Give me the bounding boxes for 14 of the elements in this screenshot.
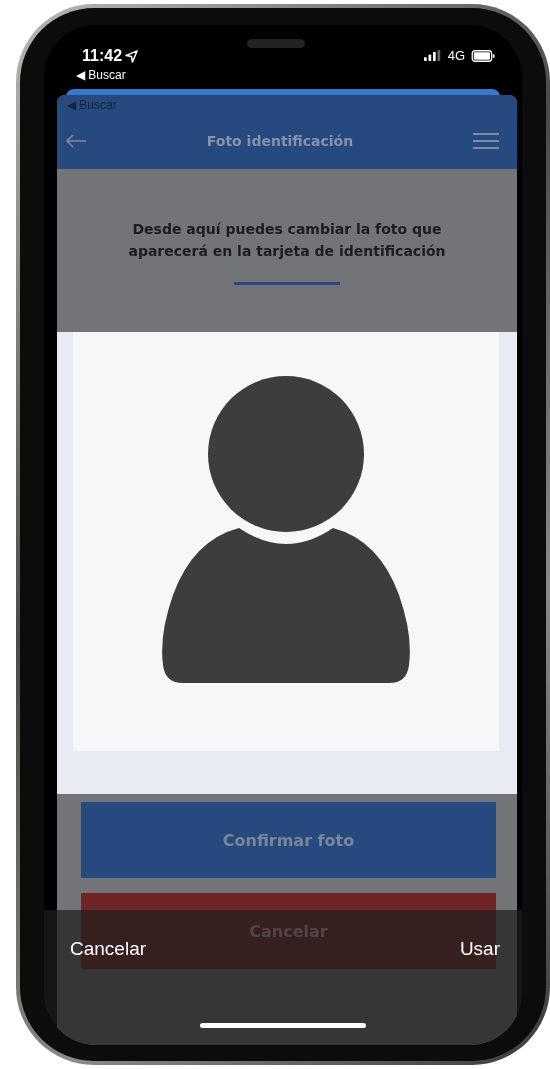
speaker-grille: [247, 39, 305, 48]
screen-title: Foto identificación: [206, 132, 354, 149]
network-type: 4G: [447, 48, 465, 63]
avatar-silhouette-icon: [159, 375, 413, 685]
status-time: 11:42: [82, 47, 123, 65]
back-arrow-icon[interactable]: [65, 133, 87, 148]
cancel-button[interactable]: Cancelar: [70, 938, 147, 960]
battery-icon: [471, 49, 496, 62]
signal-icon: [423, 50, 442, 61]
instruction-text: Desde aquí puedes cambiar la foto que aparecerá en la tarjeta de identificación: [127, 220, 447, 261]
menu-icon[interactable]: [473, 131, 499, 150]
back-link[interactable]: ◀ Buscar: [76, 68, 126, 82]
use-button[interactable]: Usar: [459, 938, 500, 960]
location-arrow-icon: [125, 49, 139, 63]
